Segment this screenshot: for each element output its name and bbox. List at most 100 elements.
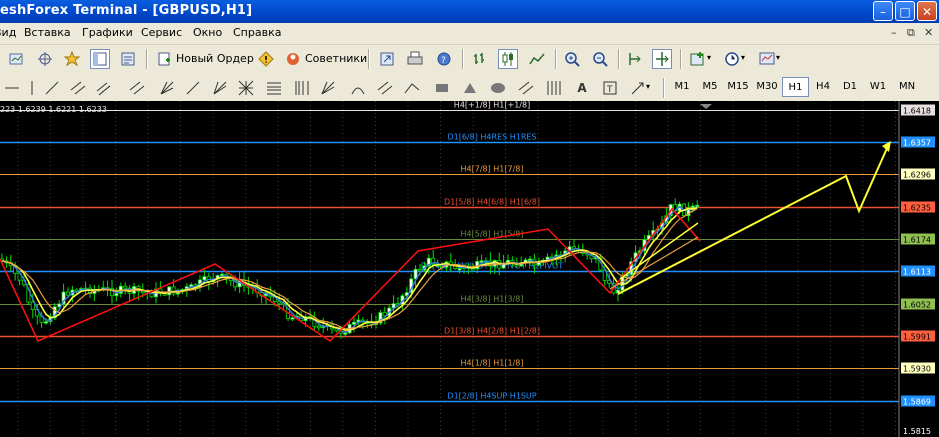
- vertical-line-icon[interactable]: [22, 78, 42, 98]
- new-order-button[interactable]: Новый Ордер: [176, 52, 254, 65]
- menu-window[interactable]: Окно: [193, 26, 222, 39]
- title-bar: eshForex Terminal - [GBPUSD,H1] – □ ✕: [0, 0, 939, 23]
- navigator-icon[interactable]: [90, 49, 110, 69]
- favorites-icon[interactable]: [62, 49, 82, 69]
- cycle-lines-icon[interactable]: [544, 78, 564, 98]
- minimize-button[interactable]: –: [873, 1, 893, 21]
- maximize-icon: □: [899, 5, 911, 19]
- std-deviation-icon[interactable]: [127, 78, 147, 98]
- new-order-icon[interactable]: [154, 49, 174, 69]
- timeframe-m1[interactable]: M1: [668, 77, 696, 97]
- close-icon: ✕: [921, 5, 933, 19]
- candle-body: [202, 276, 207, 281]
- fibo-channel-icon[interactable]: [375, 78, 395, 98]
- fibo-timezones-icon[interactable]: [292, 78, 312, 98]
- level-label: D1[2/8] H4SUP H1SUP: [447, 392, 536, 401]
- fibo-arcs-icon[interactable]: [348, 78, 368, 98]
- trendline-icon[interactable]: [42, 78, 62, 98]
- regression-channel-icon[interactable]: [94, 78, 114, 98]
- menu-charts[interactable]: Графики: [82, 26, 133, 39]
- chart-shift-icon[interactable]: [625, 49, 645, 69]
- price-label: 1.5869: [903, 398, 931, 407]
- arrows-dropdown-icon[interactable]: ▾: [646, 82, 650, 91]
- gann-line-icon[interactable]: [183, 78, 203, 98]
- price-label: 1.6052: [903, 301, 931, 310]
- fibo-fan-icon[interactable]: [318, 78, 338, 98]
- candle-body: [351, 321, 356, 325]
- timeframe-m30[interactable]: M30: [753, 77, 781, 97]
- crosshair-icon[interactable]: [35, 49, 55, 69]
- advisors-icon[interactable]: [283, 49, 303, 69]
- line-chart-icon[interactable]: [527, 49, 547, 69]
- bar-chart-icon[interactable]: [470, 49, 490, 69]
- horizontal-line-icon[interactable]: [2, 78, 22, 98]
- timeframe-d1[interactable]: D1: [837, 77, 863, 97]
- templates-icon[interactable]: [757, 49, 777, 69]
- ellipse-icon[interactable]: [488, 78, 508, 98]
- standard-toolbar: Новый Ордер Советники ? ▾ ▾ ▾: [0, 45, 939, 75]
- fibo-retracement-icon[interactable]: [264, 78, 284, 98]
- price-label: 1.6418: [903, 107, 931, 116]
- candle-body: [167, 286, 172, 296]
- zoom-out-icon[interactable]: [590, 49, 610, 69]
- price-label: 1.5991: [903, 333, 931, 342]
- fullscreen-icon[interactable]: [377, 49, 397, 69]
- advisors-button[interactable]: Советники: [305, 52, 367, 65]
- menu-view[interactable]: Вид: [0, 26, 16, 39]
- triangle-icon[interactable]: [460, 78, 480, 98]
- menu-tools[interactable]: Сервис: [141, 26, 182, 39]
- menu-insert[interactable]: Вставка: [24, 26, 71, 39]
- text-icon[interactable]: A: [572, 78, 592, 98]
- channel-icon[interactable]: [68, 78, 88, 98]
- chart-toolbar-icon[interactable]: [6, 49, 26, 69]
- timeframe-h1[interactable]: H1: [782, 77, 809, 97]
- timeframe-w1[interactable]: W1: [864, 77, 892, 97]
- mdi-close-icon[interactable]: ✕: [924, 26, 933, 39]
- text-label-icon[interactable]: T: [600, 78, 620, 98]
- timeframe-m5[interactable]: M5: [697, 77, 723, 97]
- candle-body: [123, 285, 128, 289]
- menu-help[interactable]: Справка: [233, 26, 281, 39]
- indicators-icon[interactable]: [688, 49, 708, 69]
- indicators-dropdown-icon[interactable]: ▾: [707, 53, 711, 62]
- arrows-icon[interactable]: [628, 78, 648, 98]
- zoom-in-icon[interactable]: [562, 49, 582, 69]
- fibo-expansion-icon[interactable]: [402, 78, 422, 98]
- templates-dropdown-icon[interactable]: ▾: [776, 53, 780, 62]
- chart-ohlc-info: 223 1.6239 1.6221 1.6233: [0, 105, 107, 114]
- auto-scroll-icon[interactable]: [652, 49, 672, 69]
- candle-body: [290, 317, 295, 320]
- candle-body: [343, 332, 348, 335]
- candle-body: [457, 268, 462, 271]
- periods-dropdown-icon[interactable]: ▾: [741, 53, 745, 62]
- mdi-restore-icon[interactable]: ⧉: [907, 26, 915, 40]
- pitchfork-icon[interactable]: [516, 78, 536, 98]
- price-label: 1.5930: [903, 365, 931, 374]
- maximize-button[interactable]: □: [895, 1, 915, 21]
- mdi-minimize-icon[interactable]: –: [891, 26, 897, 39]
- gann-grid-icon[interactable]: [236, 78, 256, 98]
- price-label: 1.6174: [903, 236, 931, 245]
- alert-icon[interactable]: [256, 49, 276, 69]
- close-button[interactable]: ✕: [917, 1, 937, 21]
- timeframe-mn[interactable]: MN: [893, 77, 921, 97]
- timeframe-m15[interactable]: M15: [724, 77, 752, 97]
- gann-fan-icon[interactable]: [210, 78, 230, 98]
- terminal-icon[interactable]: [118, 49, 138, 69]
- candle-body: [417, 268, 422, 272]
- periods-icon[interactable]: [722, 49, 742, 69]
- price-label: 1.6113: [903, 268, 931, 277]
- help-icon[interactable]: ?: [434, 49, 454, 69]
- candle-body: [66, 291, 71, 296]
- gann-icon[interactable]: [157, 78, 177, 98]
- print-icon[interactable]: [405, 49, 425, 69]
- level-label: H4[1/8] H1[1/8]: [461, 359, 524, 368]
- rectangle-icon[interactable]: [432, 78, 452, 98]
- candlestick-icon[interactable]: [498, 49, 518, 69]
- minimize-icon: –: [880, 5, 886, 19]
- window-title: eshForex Terminal - [GBPUSD,H1]: [0, 3, 253, 18]
- price-chart[interactable]: H4[+1/8] H1[+1/8] D1[6/8] H4RES H1RES H4[7…: [0, 101, 939, 437]
- candle-body: [140, 290, 145, 294]
- timeframe-h4[interactable]: H4: [810, 77, 836, 97]
- level-label: H4[7/8] H1[7/8]: [461, 165, 524, 174]
